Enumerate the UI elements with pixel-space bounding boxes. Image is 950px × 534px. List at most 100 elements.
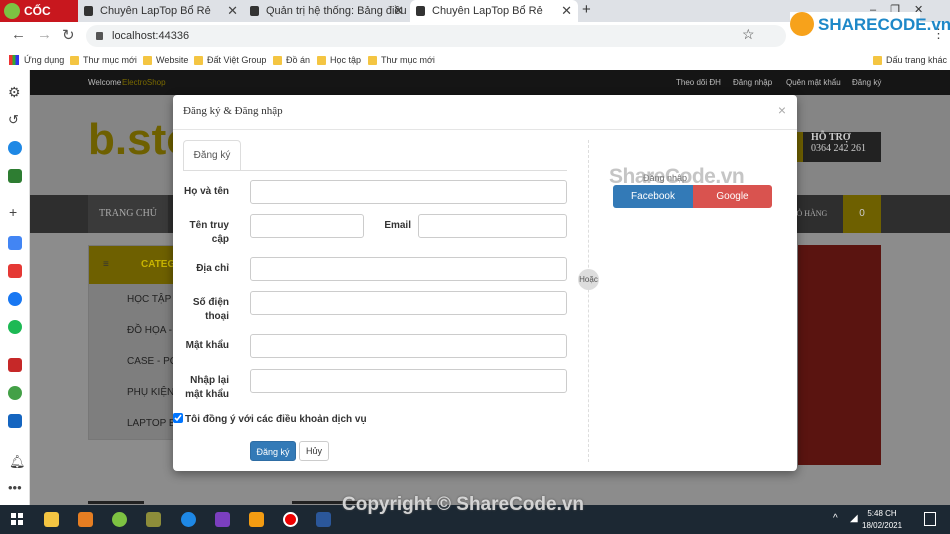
confirm-password-input[interactable] [250, 369, 567, 393]
modal-title: Đăng ký & Đăng nhập [183, 105, 283, 117]
bookmark-folder[interactable]: Đất Việt Group [194, 55, 266, 66]
url-input[interactable]: localhost:44336 [86, 25, 786, 47]
url-text: localhost:44336 [112, 30, 190, 42]
forgot-password-link[interactable]: Quên mật khẩu [786, 70, 841, 95]
username-label: Tên truy cập [189, 220, 229, 245]
favicon-icon [250, 6, 259, 16]
bookmark-folder[interactable]: Thư mục mới [368, 55, 435, 66]
add-icon[interactable]: + [9, 204, 17, 220]
category-item[interactable]: LAPTOP E [127, 418, 176, 429]
coccoc-logo-icon [4, 3, 20, 19]
clock-date: 18/02/2021 [862, 521, 903, 530]
translate-icon[interactable] [8, 236, 22, 250]
facebook-login-button[interactable]: Facebook [613, 185, 693, 208]
sharecode-logo: SHARECODE.vn [790, 12, 950, 40]
login-link[interactable]: Đăng nhập [733, 70, 772, 95]
close-tab-icon[interactable]: ✕ [227, 0, 238, 22]
sublime-icon[interactable] [249, 512, 264, 527]
network-icon[interactable]: ◢ [850, 513, 858, 524]
browser-tab[interactable]: Quản trị hệ thống: Bảng điều ✕ [244, 0, 410, 22]
game-icon[interactable] [8, 169, 22, 183]
tab-register[interactable]: Đăng ký [183, 140, 241, 171]
tab-title: Chuyên LapTop Bổ Rẻ [432, 5, 543, 17]
brand-text: ElectroShop [122, 78, 166, 87]
more-icon[interactable]: ••• [8, 480, 22, 495]
notification-center-icon[interactable] [924, 512, 936, 526]
tab-underline [183, 170, 567, 171]
agree-label: Tôi đồng ý với các điều khoản dịch vụ [185, 414, 367, 425]
cancel-button[interactable]: Hủy [299, 441, 329, 461]
new-tab-button[interactable]: + [582, 1, 591, 18]
category-item[interactable]: ĐỒ HỌA - [127, 325, 172, 336]
fullname-label: Họ và tên [183, 186, 229, 197]
recorder-icon[interactable] [283, 512, 298, 527]
bookmark-folder[interactable]: Đồ án [273, 55, 310, 66]
messenger-icon[interactable] [8, 141, 22, 155]
zalo-icon[interactable] [181, 512, 196, 527]
address-input[interactable] [250, 257, 567, 281]
forward-icon[interactable]: → [37, 26, 52, 43]
sharecode-logo-icon [790, 12, 814, 36]
close-tab-icon[interactable]: ✕ [393, 0, 404, 22]
close-tab-icon[interactable]: ✕ [561, 0, 572, 22]
settings-icon[interactable]: ⚙ [8, 84, 21, 101]
register-link[interactable]: Đăng ký [852, 70, 881, 95]
visual-studio-icon[interactable] [215, 512, 230, 527]
category-item[interactable]: CASE - PC [127, 356, 177, 367]
support-title: HỖ TRỢ [811, 132, 851, 143]
vertical-divider [588, 140, 589, 462]
news-icon[interactable] [8, 414, 22, 428]
browser-tab[interactable]: Chuyên LapTop Bổ Rẻ ✕ [78, 0, 244, 22]
fullname-input[interactable] [250, 180, 567, 204]
cart-count[interactable]: 0 [843, 195, 881, 233]
clock-time: 5:48 CH [867, 509, 897, 518]
windows-start-icon[interactable] [11, 513, 23, 525]
browser-sidebar: ⚙ ↺ + 🔔︎ ••• [0, 70, 30, 505]
bookmark-apps[interactable]: Ứng dụng [24, 55, 64, 66]
bookmark-folder[interactable]: Website [143, 55, 188, 66]
taskbar-clock[interactable]: 5:48 CH 18/02/2021 [862, 508, 902, 532]
apps-icon [9, 55, 19, 65]
password-input[interactable] [250, 334, 567, 358]
close-icon[interactable]: × [778, 102, 786, 118]
confirm-password-label: Nhập lại mật khẩu [185, 375, 229, 400]
reload-icon[interactable]: ↻ [62, 26, 75, 44]
track-order-link[interactable]: Theo dõi ĐH [676, 70, 721, 95]
coccoc-taskbar-icon[interactable] [112, 512, 127, 527]
bookmarks-bar: Ứng dụng Thư mục mới Website Đất Việt Gr… [0, 50, 950, 70]
promo-banner[interactable] [798, 245, 881, 465]
spotify-icon[interactable] [8, 320, 22, 334]
browser-menu-button[interactable]: CỐC CỐC [0, 0, 78, 40]
tools-icon[interactable] [146, 512, 161, 527]
register-button[interactable]: Đăng ký [250, 441, 296, 461]
tab-title: Chuyên LapTop Bổ Rẻ [100, 5, 211, 17]
lock-icon [96, 32, 103, 40]
bookmark-folder[interactable]: Học tập [317, 55, 361, 66]
youtube-icon[interactable] [8, 264, 22, 278]
tray-chevron-icon[interactable]: ^ [833, 513, 838, 524]
back-icon[interactable]: ← [11, 26, 26, 43]
bookmark-folder[interactable]: Thư mục mới [70, 55, 137, 66]
history-icon[interactable]: ↺ [8, 112, 19, 128]
email-input[interactable] [418, 214, 567, 238]
media-player-icon[interactable] [78, 512, 93, 527]
google-login-button[interactable]: Google [693, 185, 772, 208]
browser-tab-active[interactable]: Chuyên LapTop Bổ Rẻ ✕ [410, 0, 578, 22]
vtv-icon[interactable] [8, 358, 22, 372]
file-explorer-icon[interactable] [44, 512, 59, 527]
agree-checkbox[interactable] [173, 413, 183, 423]
facebook-icon[interactable] [8, 292, 22, 306]
welcome-text: Welcome [88, 78, 122, 87]
phone-label: Số điện thoại [192, 297, 229, 322]
phone-input[interactable] [250, 291, 567, 315]
modal-divider [173, 129, 797, 130]
chat-icon[interactable] [8, 386, 22, 400]
nav-home[interactable]: TRANG CHỦ [88, 195, 168, 233]
agree-terms[interactable]: Tôi đồng ý với các điều khoản dịch vụ [173, 413, 367, 425]
address-label: Địa chỉ [196, 263, 229, 274]
notification-bell-icon[interactable]: 🔔︎ [9, 454, 26, 470]
bookmark-other[interactable]: Dấu trang khác [873, 55, 947, 66]
bookmark-star-icon[interactable]: ☆ [742, 26, 755, 43]
word-icon[interactable] [316, 512, 331, 527]
support-box: HỖ TRỢ 0364 242 261 [795, 132, 881, 162]
